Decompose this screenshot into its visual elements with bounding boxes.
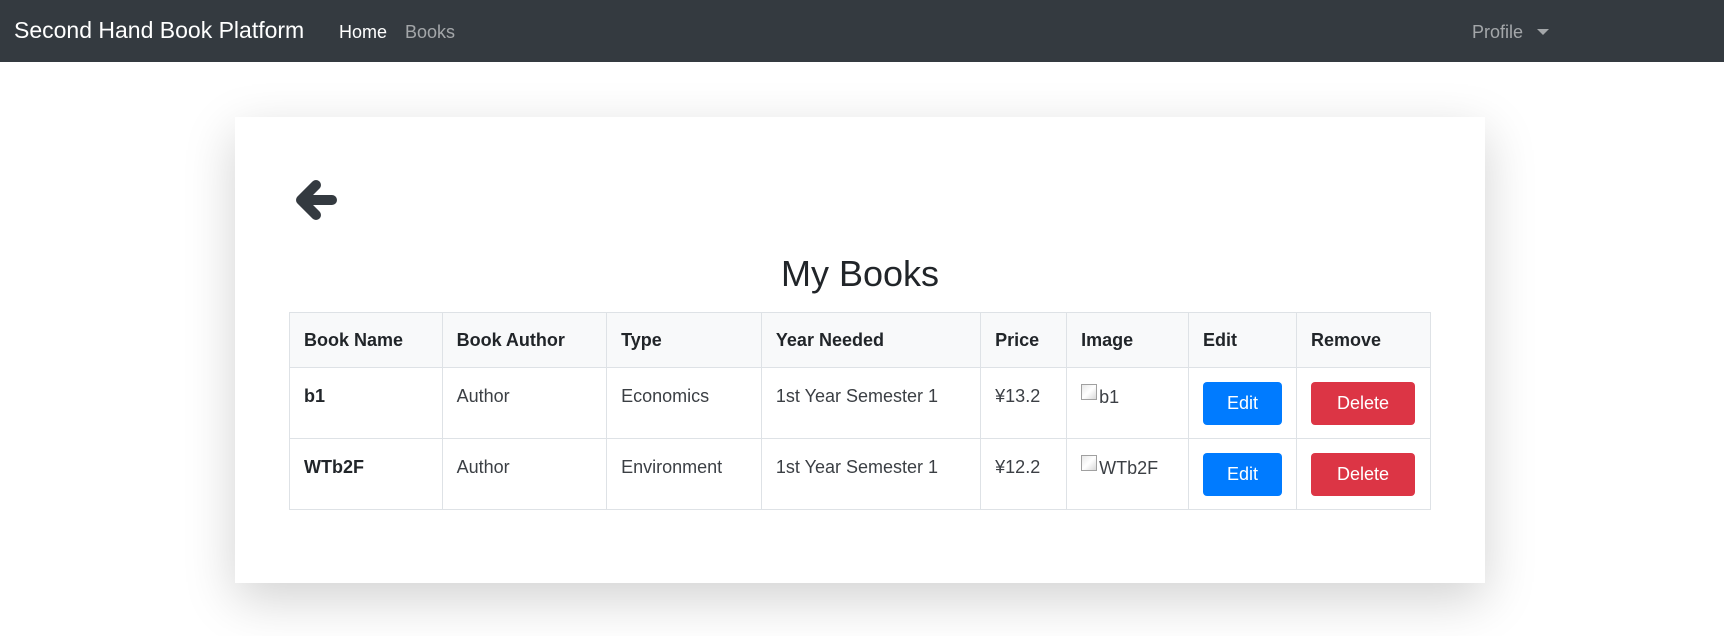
column-header-image: Image [1066,312,1189,368]
books-table: Book Name Book Author Type Year Needed P… [289,312,1432,510]
my-books-card: My Books Book Name Book Author Type Year… [235,117,1485,583]
arrow-left-icon [296,180,337,220]
book-year-cell: 1st Year Semester 1 [760,367,982,439]
book-image: WTb2F [1081,454,1159,479]
book-author-cell: Author [441,438,608,510]
column-header-edit: Edit [1187,312,1297,368]
book-type-cell: Environment [606,438,762,510]
profile-dropdown[interactable]: Profile [1472,22,1550,43]
nav-home-link[interactable]: Home [339,22,387,43]
table-row: b1 Author Economics 1st Year Semester 1 … [289,367,1432,439]
column-header-remove: Remove [1295,312,1432,368]
book-type-cell: Economics [606,367,762,439]
profile-label: Profile [1472,22,1524,42]
book-name-cell: b1 [289,367,443,439]
book-name-cell: WTb2F [289,438,443,510]
edit-button[interactable]: Edit [1202,453,1282,496]
delete-button[interactable]: Delete [1310,382,1415,425]
back-button[interactable] [290,175,340,225]
column-header-year-needed: Year Needed [760,312,982,368]
column-header-book-author: Book Author [441,312,608,368]
book-image-alt-text: WTb2F [1099,458,1159,478]
remove-cell: Delete [1295,438,1432,510]
remove-cell: Delete [1295,367,1432,439]
edit-button[interactable]: Edit [1202,382,1282,425]
column-header-type: Type [606,312,762,368]
book-image-cell: WTb2F [1066,438,1189,510]
book-author-cell: Author [441,367,608,439]
edit-cell: Edit [1187,367,1297,439]
top-navbar: Second Hand Book Platform Home Books Pro… [0,0,1724,62]
book-image: b1 [1081,383,1120,408]
book-image-cell: b1 [1066,367,1189,439]
book-image-alt-text: b1 [1099,387,1120,407]
page-title: My Books [780,253,940,294]
brand-link[interactable]: Second Hand Book Platform [14,17,304,44]
broken-image-icon [1081,454,1098,471]
nav-books-link[interactable]: Books [405,22,455,43]
book-year-cell: 1st Year Semester 1 [760,438,982,510]
column-header-price: Price [980,312,1068,368]
edit-cell: Edit [1187,438,1297,510]
book-price-cell: ¥13.2 [980,367,1068,439]
broken-image-icon [1081,383,1098,400]
caret-down-icon [1537,28,1550,35]
table-header-row: Book Name Book Author Type Year Needed P… [289,312,1432,368]
table-row: WTb2F Author Environment 1st Year Semest… [289,438,1432,510]
delete-button[interactable]: Delete [1310,453,1415,496]
book-price-cell: ¥12.2 [980,438,1068,510]
column-header-book-name: Book Name [289,312,443,368]
